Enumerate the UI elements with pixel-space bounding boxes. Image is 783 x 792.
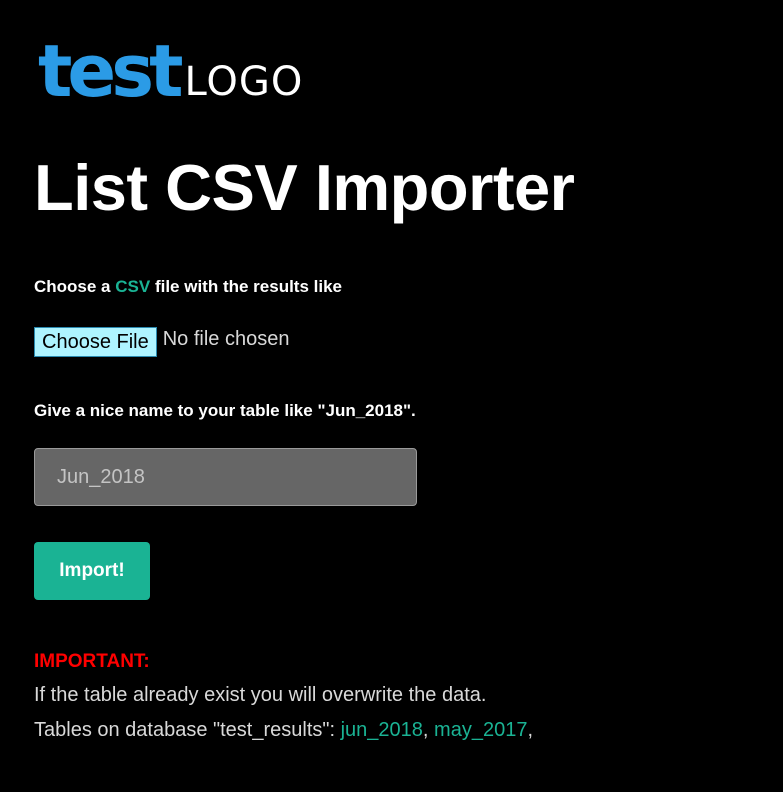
choose-file-button[interactable]: Choose File — [34, 327, 157, 357]
table-name-prompt: Give a nice name to your table like "Jun… — [34, 401, 416, 420]
table-link-may-2017[interactable]: may_2017 — [434, 719, 527, 741]
csv-prompt: Choose a CSV file with the results like — [34, 277, 342, 297]
file-status: No file chosen — [162, 327, 290, 350]
overwrite-warning: If the table already exist you will over… — [34, 684, 487, 706]
page-title: List CSV Importer — [34, 151, 575, 224]
logo: test LOGO — [38, 29, 304, 113]
tables-separator: , — [527, 719, 534, 741]
file-input: Choose File No file chosen — [34, 327, 289, 357]
csv-prompt-highlight: CSV — [115, 277, 151, 296]
important-label: IMPORTANT: — [34, 651, 150, 672]
csv-prompt-prefix: Choose a — [34, 277, 116, 296]
import-button[interactable]: Import! — [34, 542, 150, 600]
table-name-input[interactable] — [34, 448, 417, 506]
logo-brand: test — [38, 29, 184, 113]
csv-prompt-suffix: file with the results like — [150, 277, 342, 296]
tables-info: Tables on database "test_results": jun_2… — [34, 718, 533, 742]
tables-separator: , — [422, 719, 429, 741]
tables-info-prefix: Tables on database "test_results": — [34, 719, 341, 741]
logo-word: LOGO — [184, 59, 304, 105]
table-link-jun-2018[interactable]: jun_2018 — [341, 719, 423, 741]
